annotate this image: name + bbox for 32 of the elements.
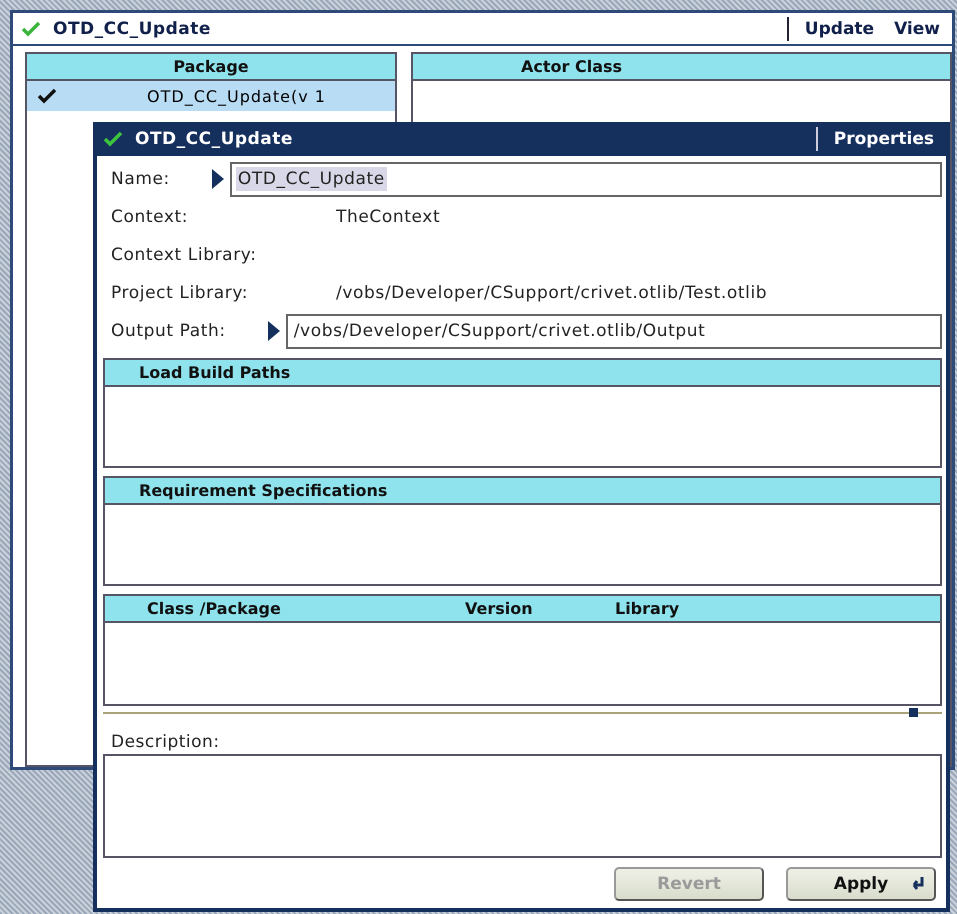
splitter-handle[interactable] (909, 708, 918, 717)
field-label: Name: (110, 169, 170, 189)
field-label: Description: (110, 731, 221, 754)
column-header: Version (465, 599, 534, 618)
field-value: TheContext (336, 207, 440, 227)
menu-item[interactable]: Update (800, 18, 878, 38)
check-icon (21, 20, 41, 36)
field-label: Project Library: (110, 283, 250, 303)
dialog-title: OTD_CC_Update (135, 129, 294, 149)
check-icon (103, 131, 123, 147)
field-label: Output Path: (110, 321, 226, 341)
dialog-button[interactable]: Apply (786, 867, 936, 901)
pointer-icon (268, 321, 280, 341)
pointer-icon (212, 169, 224, 189)
column-header: Package (27, 54, 395, 81)
input-field[interactable]: /vobs/Developer/CSupport/crivet.otlib/Output (286, 314, 942, 348)
description-field[interactable] (103, 754, 942, 858)
menu-item[interactable]: Properties (830, 129, 938, 149)
menu-item[interactable]: View (890, 18, 944, 38)
row-label: OTD_CC_Update(v 1 (146, 86, 326, 106)
window-title: OTD_CC_Update (53, 18, 212, 38)
column-header: Class /Package (147, 599, 282, 618)
list-header: Requirement Specifications (105, 478, 940, 505)
list-header: Load Build Paths (105, 360, 940, 387)
column-header: Actor Class (413, 54, 950, 81)
field-label: Context Library: (110, 245, 258, 265)
list-row[interactable]: OTD_CC_Update(v 1 (27, 81, 395, 111)
field-label: Context: (110, 207, 190, 227)
column-header: Library (615, 599, 680, 618)
field-value: /vobs/Developer/CSupport/crivet.otlib/Test.otlib (336, 283, 768, 303)
check-icon (37, 88, 57, 104)
input-field[interactable]: OTD_CC_Update (230, 162, 942, 196)
